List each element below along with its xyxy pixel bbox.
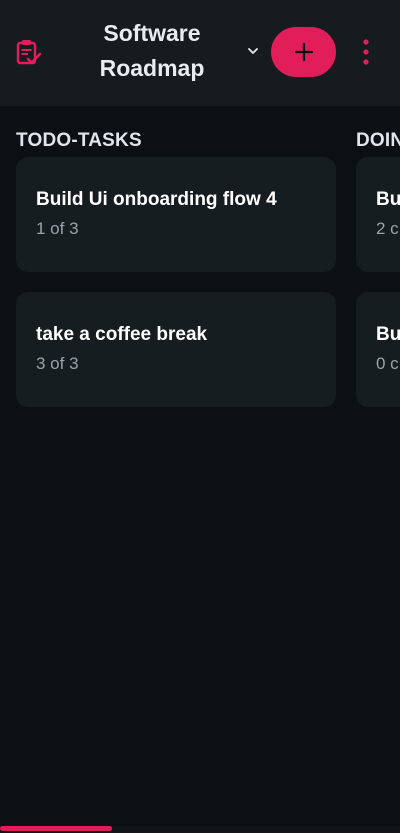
task-card-subtasks: 1 of 3 — [36, 219, 79, 238]
board-title-line-1: Software — [103, 20, 201, 46]
task-card-subtasks: 2 c — [376, 219, 399, 238]
column-title-doing: DOIN — [356, 130, 400, 151]
task-card[interactable]: Bu 0 c — [356, 292, 400, 407]
task-card[interactable]: take a coffee break 3 of 3 — [16, 292, 336, 407]
header: Software Roadmap — [0, 0, 400, 106]
task-card-subtasks: 3 of 3 — [36, 354, 79, 373]
plus-icon — [294, 42, 313, 62]
add-task-button[interactable] — [271, 27, 336, 77]
task-card-title: Build Ui onboarding flow 4 — [36, 189, 277, 210]
board-title-line-2: Roadmap — [99, 55, 205, 81]
column-title-todo: TODO-TASKS — [16, 130, 142, 151]
task-card-title: take a coffee break — [36, 324, 208, 345]
task-card-subtasks: 0 c — [376, 354, 399, 373]
task-card[interactable]: Bu 2 c — [356, 157, 400, 272]
board-title[interactable]: Software Roadmap — [76, 16, 228, 86]
horizontal-scrollbar-thumb[interactable] — [0, 826, 112, 831]
task-card-title: Bu — [376, 189, 400, 210]
task-card[interactable]: Build Ui onboarding flow 4 1 of 3 — [16, 157, 336, 272]
clipboard-check-icon[interactable] — [14, 38, 42, 66]
more-vertical-icon[interactable] — [356, 37, 376, 67]
chevron-down-icon[interactable] — [246, 44, 260, 58]
task-card-title: Bu — [376, 324, 400, 345]
app: Software Roadmap TODO-TASKS Build Ui onb… — [0, 0, 400, 833]
